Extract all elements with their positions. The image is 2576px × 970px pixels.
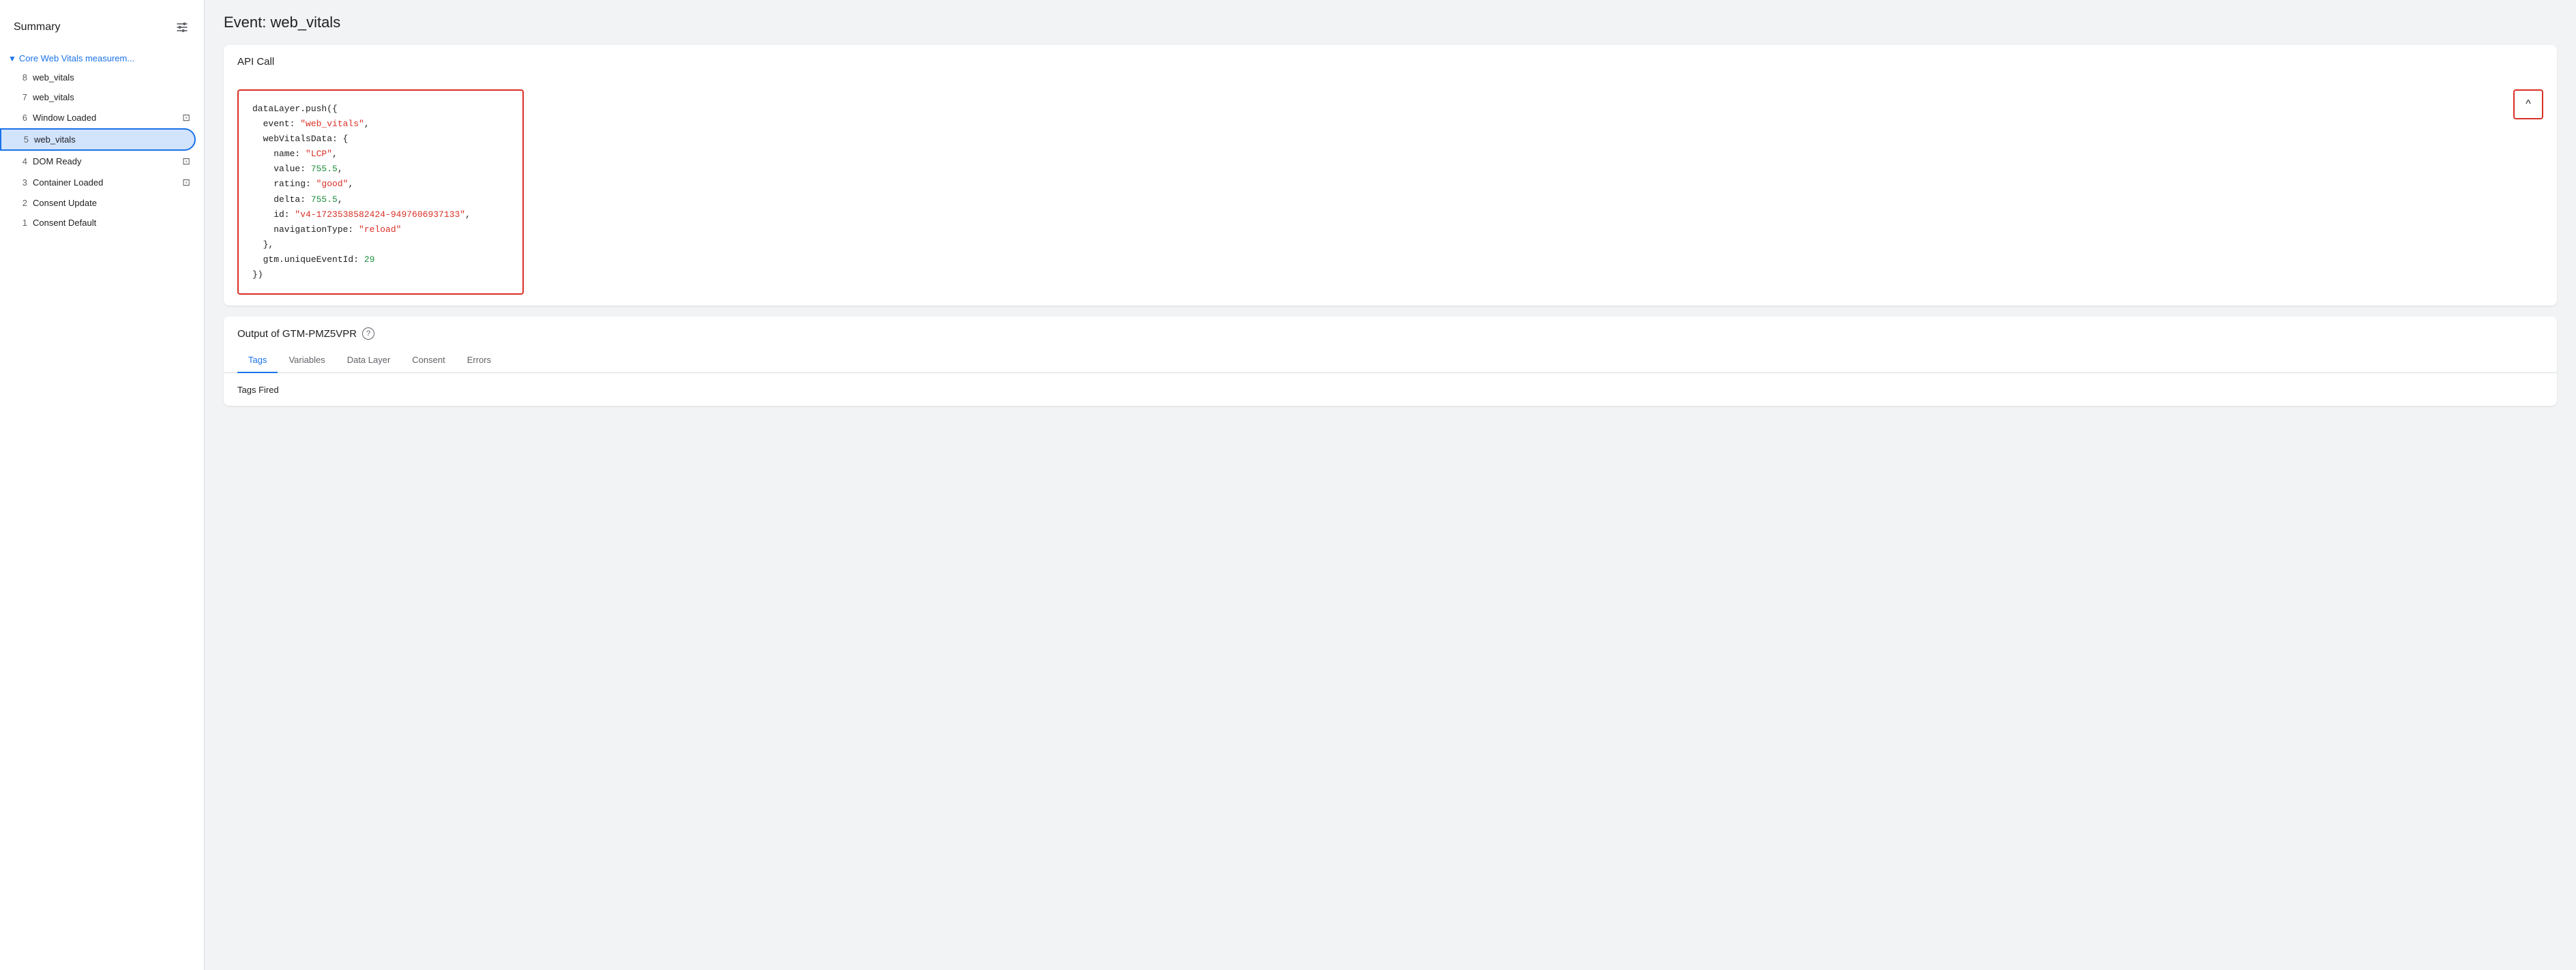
output-section: Output of GTM-PMZ5VPR ? Tags Variables D… [224,317,2557,406]
sidebar-item-number: 4 [16,156,27,166]
sidebar-item-3[interactable]: 3 Container Loaded ⊡ [0,172,204,193]
collapse-button[interactable]: ^ [2513,89,2543,119]
chevron-up-icon: ^ [2526,98,2531,111]
code-line-10: }, [252,237,509,252]
main-content: Event: web_vitals API Call dataLayer.pus… [205,0,2576,970]
tab-data-layer[interactable]: Data Layer [336,348,402,373]
sidebar-item-7[interactable]: 7 web_vitals [0,87,204,107]
tags-fired-section: Tags Fired [237,373,2543,406]
sidebar: Summary ▼ Core Web Vitals measurem... 8 … [0,0,205,970]
api-call-card: API Call dataLayer.push({ event: "web_vi… [224,45,2557,306]
sidebar-header: Summary [0,14,204,46]
tab-errors[interactable]: Errors [456,348,502,373]
tags-fired-label: Tags Fired [237,385,279,395]
sidebar-group-item[interactable]: ▼ Core Web Vitals measurem... [0,49,204,68]
sidebar-icons [174,19,190,35]
sidebar-item-label: web_vitals [33,72,190,83]
sidebar-item-6[interactable]: 6 Window Loaded ⊡ [0,107,204,128]
page-title: Event: web_vitals [224,14,2557,31]
sidebar-item-2[interactable]: 2 Consent Update [0,193,204,213]
code-line-8: id: "v4-1723538582424-9497606937133", [252,207,509,222]
sidebar-item-number: 5 [18,134,29,145]
sidebar-item-label: Consent Update [33,198,190,208]
code-line-12: }) [252,267,509,282]
sidebar-item-number: 6 [16,113,27,123]
tab-variables[interactable]: Variables [278,348,336,373]
sidebar-item-label: web_vitals [33,92,190,102]
code-line-1: dataLayer.push({ [252,102,509,117]
sidebar-item-label: web_vitals [34,134,181,145]
api-call-title: API Call [237,56,274,68]
sidebar-item-label: Consent Default [33,218,190,228]
code-icon: ⊡ [182,177,190,188]
code-line-4: name: "LCP", [252,147,509,162]
sidebar-item-label: Container Loaded [33,177,177,188]
sidebar-item-label: DOM Ready [33,156,177,166]
sidebar-item-number: 1 [16,218,27,228]
sidebar-item-4[interactable]: 4 DOM Ready ⊡ [0,151,204,172]
sidebar-item-number: 2 [16,198,27,208]
sidebar-item-number: 7 [16,92,27,102]
code-icon: ⊡ [182,156,190,167]
code-line-2: event: "web_vitals", [252,117,509,132]
api-call-header: API Call [224,45,2557,78]
code-block: dataLayer.push({ event: "web_vitals", we… [237,89,524,295]
output-title-text: Output of GTM-PMZ5VPR [237,328,357,340]
sidebar-item-label: Window Loaded [33,113,177,123]
sidebar-group-label: Core Web Vitals measurem... [19,53,134,63]
chevron-down-icon: ▼ [8,54,16,63]
tab-tags[interactable]: Tags [237,348,278,373]
code-line-9: navigationType: "reload" [252,222,509,237]
sidebar-item-5[interactable]: 5 web_vitals [0,128,196,151]
code-icon: ⊡ [182,112,190,123]
sidebar-item-number: 8 [16,72,27,83]
tabs-container: Tags Variables Data Layer Consent Errors [224,348,2557,373]
tab-consent[interactable]: Consent [401,348,456,373]
sidebar-item-1[interactable]: 1 Consent Default [0,213,204,233]
filter-icon[interactable] [174,19,190,35]
code-line-3: webVitalsData: { [252,132,509,147]
api-call-container: dataLayer.push({ event: "web_vitals", we… [224,78,2557,306]
sidebar-title: Summary [14,21,60,33]
code-line-7: delta: 755.5, [252,192,509,207]
output-card: Output of GTM-PMZ5VPR ? Tags Variables D… [224,317,2557,406]
sidebar-item-number: 3 [16,177,27,188]
sidebar-item-8[interactable]: 8 web_vitals [0,68,204,87]
output-title: Output of GTM-PMZ5VPR ? [237,327,2543,340]
code-line-11: gtm.uniqueEventId: 29 [252,252,509,267]
code-line-5: value: 755.5, [252,162,509,177]
sidebar-group: ▼ Core Web Vitals measurem... 8 web_vita… [0,46,204,235]
help-icon[interactable]: ? [362,327,374,340]
code-line-6: rating: "good", [252,177,509,192]
